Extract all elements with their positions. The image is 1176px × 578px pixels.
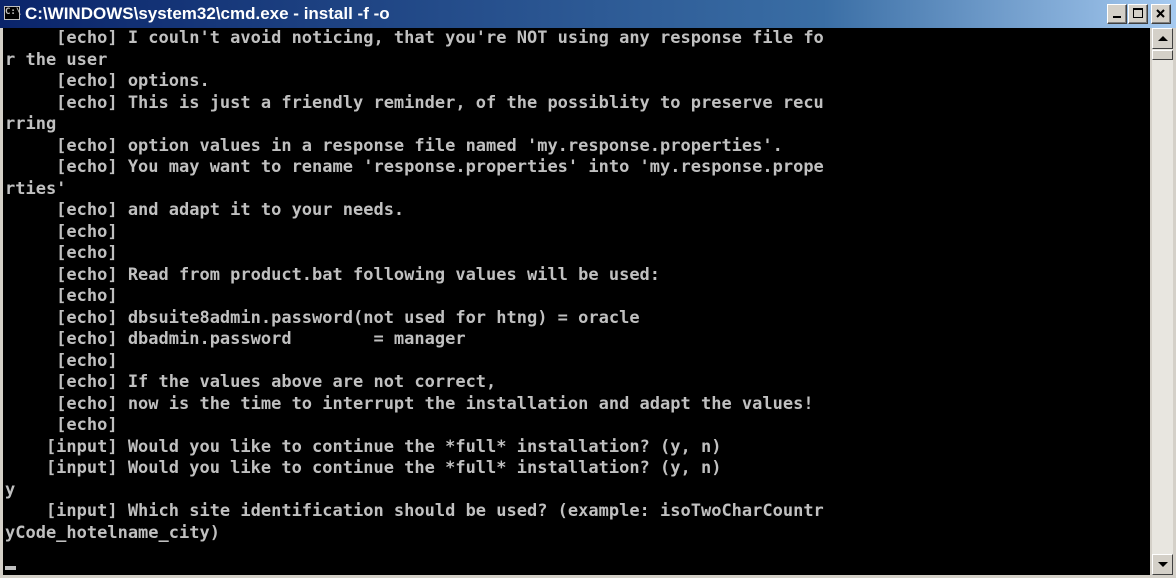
console-output[interactable]: [echo] I couln't avoid noticing, that yo…	[3, 28, 1150, 575]
minimize-button[interactable]	[1107, 4, 1127, 24]
console-line: rring	[5, 114, 57, 134]
console-line: [echo] dbsuite8admin.password(not used f…	[5, 307, 640, 328]
arrow-up-icon	[1158, 36, 1168, 41]
console-line: r the user	[5, 49, 108, 70]
console-line: [echo]	[5, 286, 118, 306]
window-title: C:\WINDOWS\system32\cmd.exe - install -f…	[25, 4, 390, 23]
console-line: yCode_hotelname_city)	[5, 522, 220, 543]
console-line: [echo]	[5, 243, 118, 263]
console-line: [echo] I couln't avoid noticing, that yo…	[5, 28, 824, 48]
console-line: y	[5, 479, 16, 500]
console-line: [echo]	[5, 415, 118, 435]
console-line: [echo] This is just a friendly reminder,…	[5, 92, 824, 113]
title-bar[interactable]: C:\ C:\WINDOWS\system32\cmd.exe - instal…	[0, 0, 1176, 28]
console-line: [input] Would you like to continue the *…	[5, 458, 722, 478]
console-line: [input] Would you like to continue the *…	[5, 436, 722, 457]
console-line: [echo] You may want to rename 'response.…	[5, 157, 824, 177]
close-button[interactable]	[1151, 4, 1171, 24]
arrow-down-icon	[1158, 562, 1168, 567]
console-line: [echo] now is the time to interrupt the …	[5, 393, 814, 414]
console-line: [input] Which site identification should…	[5, 501, 824, 521]
cmd-window: C:\ C:\WINDOWS\system32\cmd.exe - instal…	[0, 0, 1176, 578]
console-line: rties'	[5, 178, 67, 199]
vertical-scrollbar[interactable]	[1152, 28, 1173, 575]
console-line: [echo] If the values above are not corre…	[5, 372, 497, 392]
console-line: [echo] dbadmin.password = manager	[5, 329, 466, 349]
console-line: [echo] Read from product.bat following v…	[5, 264, 661, 285]
close-icon	[1156, 9, 1165, 18]
scroll-down-button[interactable]	[1152, 554, 1173, 575]
console-lines: [echo] I couln't avoid noticing, that yo…	[5, 28, 824, 544]
console-line: [echo] option values in a response file …	[5, 135, 783, 156]
console-line: [echo] and adapt it to your needs.	[5, 200, 405, 220]
console-line: [echo]	[5, 221, 118, 242]
scrollbar-thumb[interactable]	[1152, 50, 1173, 60]
text-cursor	[5, 566, 16, 570]
scroll-up-button[interactable]	[1152, 28, 1173, 49]
cmd-icon[interactable]: C:\	[4, 6, 21, 20]
maximize-icon	[1133, 8, 1143, 18]
maximize-button[interactable]	[1128, 4, 1148, 24]
console-line: [echo] options.	[5, 71, 210, 91]
console-line: [echo]	[5, 350, 118, 371]
minimize-icon	[1113, 16, 1121, 18]
